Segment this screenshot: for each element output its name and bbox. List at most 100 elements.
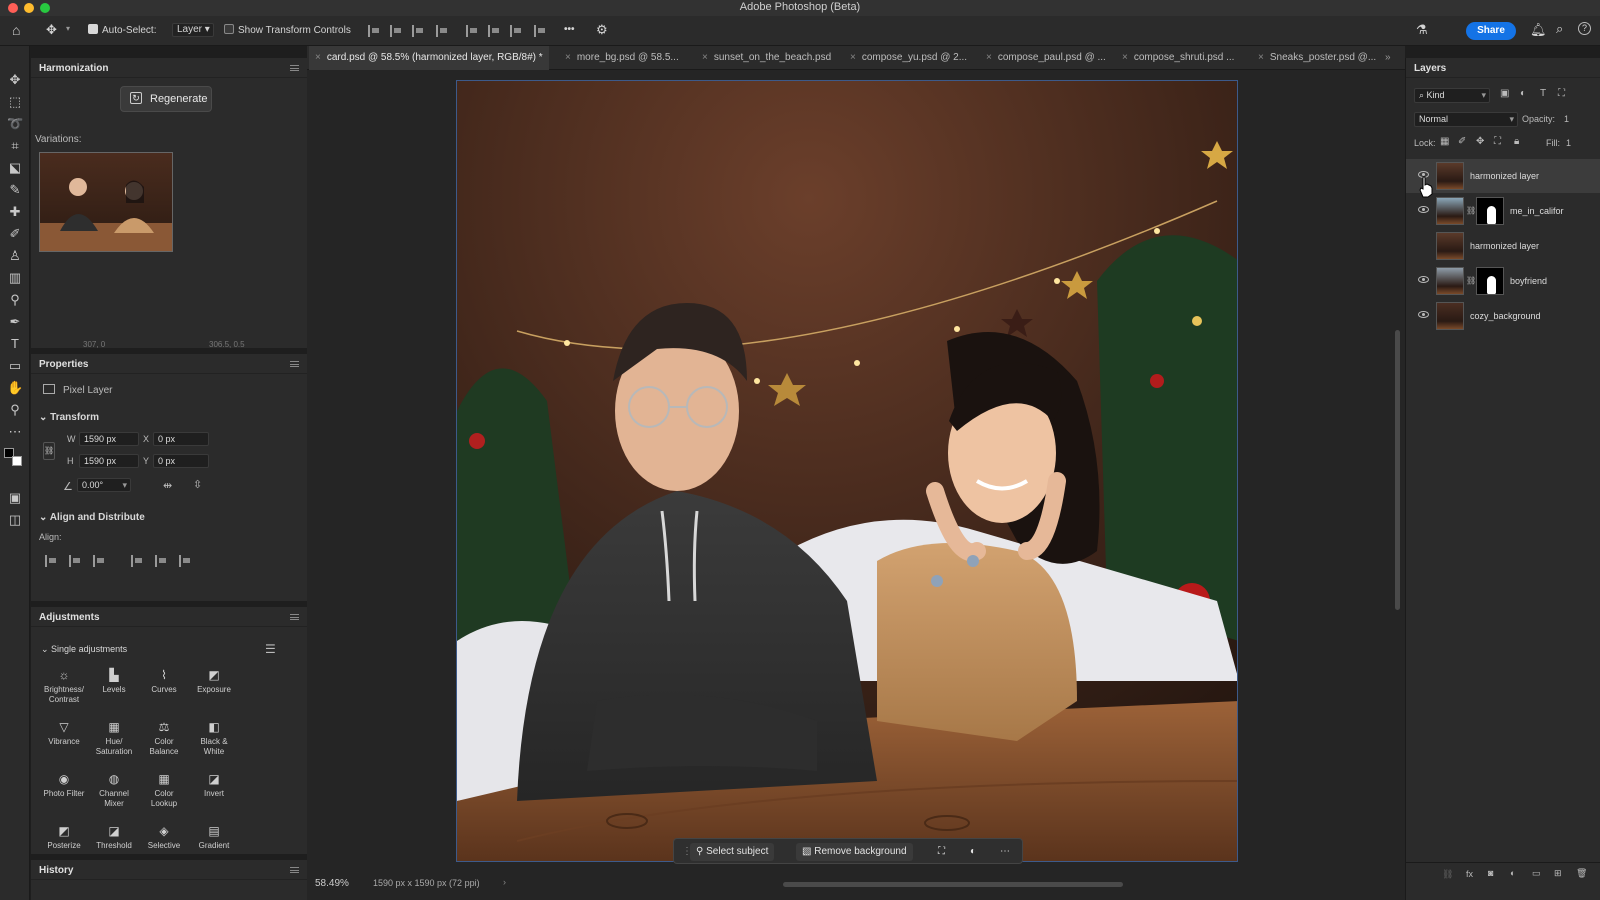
lock-image-icon[interactable]: ✐ <box>1458 136 1466 147</box>
tab-compose-shruti[interactable]: × compose_shruti.psd ... <box>1122 46 1234 70</box>
adjustment-gradient[interactable]: ▤ Gradient <box>189 824 239 851</box>
bell-icon[interactable]: 🔔︎ <box>1530 22 1547 38</box>
variation-thumbnail[interactable] <box>39 152 173 252</box>
mask-link-icon[interactable]: ⛓ <box>1466 206 1476 215</box>
adjustment-icon[interactable]: ◐ <box>964 843 982 861</box>
new-adjustment-icon[interactable]: ◐ <box>1510 868 1515 878</box>
adjustment-brightness-contrast[interactable]: ☼ Brightness/ Contrast <box>39 668 89 705</box>
search-icon[interactable]: ⌕ <box>1556 21 1563 37</box>
layer-filter-kind[interactable]: ⌕ Kind ▾ <box>1414 88 1490 103</box>
lock-transparent-icon[interactable]: ▦ <box>1440 136 1449 147</box>
lock-all-icon[interactable]: 🔒︎ <box>1514 136 1519 147</box>
list-view-icon[interactable]: ☰ <box>265 642 276 656</box>
home-icon[interactable]: ⌂ <box>12 22 20 38</box>
gear-icon[interactable]: ⚙ <box>596 22 608 38</box>
mask-link-icon[interactable]: ⛓ <box>1466 276 1476 285</box>
horizontal-scrollbar[interactable] <box>783 882 1123 887</box>
layer-row[interactable]: harmonized layer <box>1406 229 1600 263</box>
adjustment-invert[interactable]: ◪ Invert <box>189 772 239 799</box>
opacity-value[interactable]: 1 <box>1564 114 1569 124</box>
align-top-icon[interactable] <box>131 555 143 567</box>
more-tools-icon[interactable]: ⋯ <box>7 424 23 440</box>
show-transform-checkbox[interactable]: Show Transform Controls <box>224 24 351 36</box>
screen-mode-icon[interactable]: ▣ <box>7 490 23 506</box>
align-center-icon[interactable] <box>390 25 402 37</box>
align-right-icon[interactable] <box>93 555 105 567</box>
adjustment-levels[interactable]: ▙ Levels <box>89 668 139 695</box>
new-layer-icon[interactable]: ⊞ <box>1554 868 1562 879</box>
background-color-swatch[interactable] <box>12 456 22 466</box>
eye-icon[interactable] <box>1418 311 1429 318</box>
object-select-icon[interactable]: ⬕ <box>7 160 23 176</box>
remove-background-button[interactable]: ▧ Remove background <box>796 843 913 861</box>
quick-mask-icon[interactable]: ◫ <box>7 512 23 528</box>
layer-row[interactable]: cozy_background <box>1406 299 1600 333</box>
adjustment-channel-mixer[interactable]: ◍ Channel Mixer <box>89 772 139 809</box>
adjustment-selective[interactable]: ◈ Selective <box>139 824 189 851</box>
single-adjustments-section[interactable]: ⌄ Single adjustments <box>41 644 127 655</box>
tab-card-psd[interactable]: × card.psd @ 58.5% (harmonized layer, RGB… <box>309 46 549 70</box>
link-icon[interactable]: ⛓ <box>43 442 55 460</box>
auto-select-checkbox[interactable]: Auto-Select: <box>88 24 156 36</box>
pen-tool-icon[interactable]: ✒ <box>7 314 23 330</box>
align-bottom-icon[interactable] <box>510 25 522 37</box>
align-left-icon[interactable] <box>368 25 380 37</box>
help-icon[interactable]: ? <box>1578 22 1591 35</box>
document-canvas[interactable] <box>456 80 1238 862</box>
angle-field[interactable]: 0.00° ▾ <box>77 478 131 492</box>
blend-mode-dropdown[interactable]: Normal ▾ <box>1414 112 1518 127</box>
minimize-window-button[interactable] <box>24 3 34 13</box>
align-right-icon[interactable] <box>412 25 424 37</box>
dodge-tool-icon[interactable]: ⚲ <box>7 292 23 308</box>
gradient-tool-icon[interactable]: ▥ <box>7 270 23 286</box>
healing-brush-icon[interactable]: ✚ <box>7 204 23 220</box>
more-icon[interactable]: ⋯ <box>994 843 1016 861</box>
layer-thumbnail[interactable] <box>1436 302 1464 330</box>
panel-menu-icon[interactable] <box>290 361 299 367</box>
adjustment-black-white[interactable]: ◧ Black & White <box>189 720 239 757</box>
fill-value[interactable]: 1 <box>1566 138 1571 148</box>
layer-row[interactable]: harmonized layer <box>1406 159 1600 193</box>
align-distribute-section[interactable]: ⌄ Align and Distribute <box>39 512 145 523</box>
new-group-icon[interactable]: ▭ <box>1532 868 1541 879</box>
zoom-tool-icon[interactable]: ⚲ <box>7 402 23 418</box>
hand-tool-icon[interactable]: ✋ <box>7 380 23 396</box>
align-left-icon[interactable] <box>45 555 57 567</box>
tab-compose-yu[interactable]: × compose_yu.psd @ 2... <box>850 46 967 70</box>
type-filter-icon[interactable]: T <box>1540 88 1546 99</box>
shape-tool-icon[interactable]: ▭ <box>7 358 23 374</box>
align-middle-icon[interactable] <box>488 25 500 37</box>
add-mask-icon[interactable]: ◙ <box>1488 868 1493 878</box>
stamp-tool-icon[interactable]: ♙ <box>7 248 23 264</box>
height-field[interactable]: 1590 px <box>79 454 139 468</box>
transform-icon[interactable]: ⛶ <box>932 843 951 861</box>
tab-sneaks-poster[interactable]: × Sneaks_poster.psd @... <box>1258 46 1376 70</box>
vertical-scrollbar[interactable] <box>1395 330 1400 610</box>
adjustment-curves[interactable]: ⌇ Curves <box>139 668 189 695</box>
adjustment-threshold[interactable]: ◪ Threshold <box>89 824 139 851</box>
canvas-area[interactable]: ⋮ ⚲ Select subject ▧ Remove background ⛶… <box>307 70 1405 870</box>
adjustment-filter-icon[interactable]: ◐ <box>1520 88 1526 99</box>
width-field[interactable]: 1590 px <box>79 432 139 446</box>
layer-thumbnail[interactable] <box>1436 232 1464 260</box>
adjustment-posterize[interactable]: ◩ Posterize <box>39 824 89 851</box>
align-vcenter-icon[interactable] <box>155 555 167 567</box>
layer-thumbnail[interactable] <box>1436 267 1464 295</box>
distribute-icon[interactable] <box>436 25 448 37</box>
more-tabs-icon[interactable]: » <box>1385 46 1391 70</box>
align-bottom-icon[interactable] <box>179 555 191 567</box>
type-tool-icon[interactable]: T <box>7 336 23 352</box>
adjustment-hue-saturation[interactable]: ▦ Hue/ Saturation <box>89 720 139 757</box>
share-button[interactable]: Share <box>1466 22 1516 40</box>
chevron-right-icon[interactable]: › <box>503 877 506 887</box>
layer-mask-thumbnail[interactable] <box>1476 267 1504 295</box>
flip-horizontal-icon[interactable]: ⇹ <box>163 479 172 492</box>
flip-vertical-icon[interactable]: ⇳ <box>193 478 202 491</box>
x-field[interactable]: 0 px <box>153 432 209 446</box>
layer-row[interactable]: ⛓ boyfriend <box>1406 264 1600 298</box>
layer-row[interactable]: ⛓ me_in_califor <box>1406 194 1600 228</box>
regenerate-button[interactable]: ↻ Regenerate <box>120 86 212 112</box>
delete-layer-icon[interactable]: 🗑︎ <box>1576 868 1587 879</box>
align-hcenter-icon[interactable] <box>69 555 81 567</box>
fx-icon[interactable]: fx <box>1466 869 1473 879</box>
